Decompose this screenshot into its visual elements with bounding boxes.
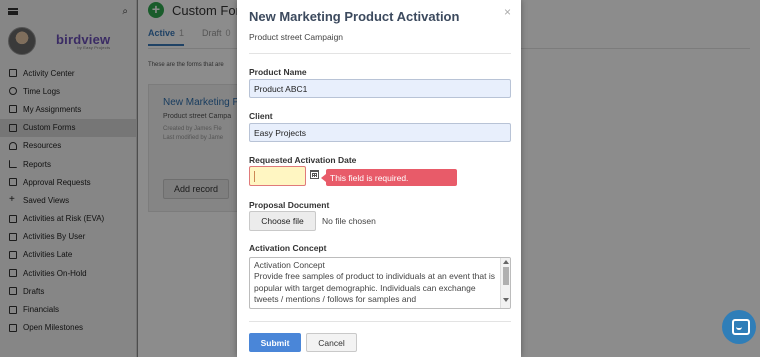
file-status: No file chosen — [322, 216, 376, 226]
modal-divider — [249, 53, 511, 54]
footer-divider — [249, 321, 511, 322]
modal-subtitle: Product street Campaign — [249, 32, 344, 42]
text-caret — [254, 171, 255, 182]
chat-icon[interactable] — [722, 310, 756, 344]
scroll-up-arrow-icon[interactable] — [503, 260, 509, 264]
choose-file-button[interactable]: Choose file — [249, 211, 316, 231]
activation-concept-textarea[interactable]: Activation Concept Provide free samples … — [249, 257, 511, 309]
activation-concept-label: Activation Concept — [249, 243, 327, 253]
calendar-icon[interactable] — [310, 170, 319, 179]
product-name-label: Product Name — [249, 67, 307, 77]
activation-date-input[interactable] — [249, 166, 306, 186]
scroll-thumb[interactable] — [503, 267, 509, 285]
activation-date-label: Requested Activation Date — [249, 155, 357, 165]
client-label: Client — [249, 111, 273, 121]
close-icon[interactable]: × — [504, 5, 511, 19]
modal-title: New Marketing Product Activation — [249, 9, 460, 24]
product-name-field[interactable]: Product ABC1 — [249, 79, 511, 98]
proposal-document-label: Proposal Document — [249, 200, 330, 210]
cancel-button[interactable]: Cancel — [306, 333, 357, 352]
form-modal: New Marketing Product Activation × Produ… — [237, 0, 521, 357]
submit-button[interactable]: Submit — [249, 333, 301, 352]
client-field[interactable]: Easy Projects — [249, 123, 511, 142]
textarea-content: Activation Concept Provide free samples … — [254, 260, 495, 304]
textarea-scrollbar[interactable] — [500, 258, 510, 308]
scroll-down-arrow-icon[interactable] — [503, 298, 509, 302]
date-error-message: This field is required. — [321, 169, 457, 186]
